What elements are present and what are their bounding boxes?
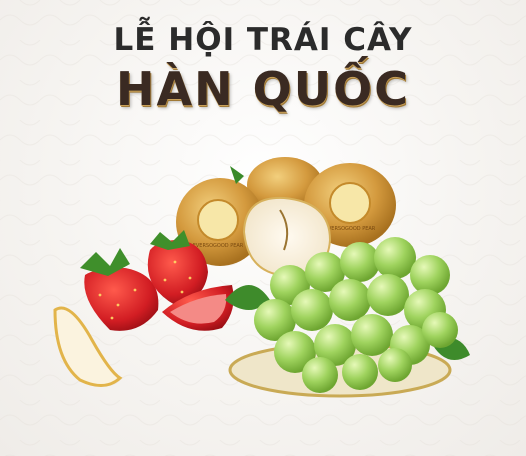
fruit-festival-poster: LỄ HỘI TRÁI CÂY HÀN QUỐC EVERSOGOOD PEAR… xyxy=(0,0,526,456)
fruit-illustration: EVERSOGOOD PEAR EVERSOGOOD PEAR xyxy=(53,157,470,398)
svg-text:EVERSOGOOD PEAR: EVERSOGOOD PEAR xyxy=(193,243,244,249)
svg-text:EVERSOGOOD PEAR: EVERSOGOOD PEAR xyxy=(325,226,376,232)
